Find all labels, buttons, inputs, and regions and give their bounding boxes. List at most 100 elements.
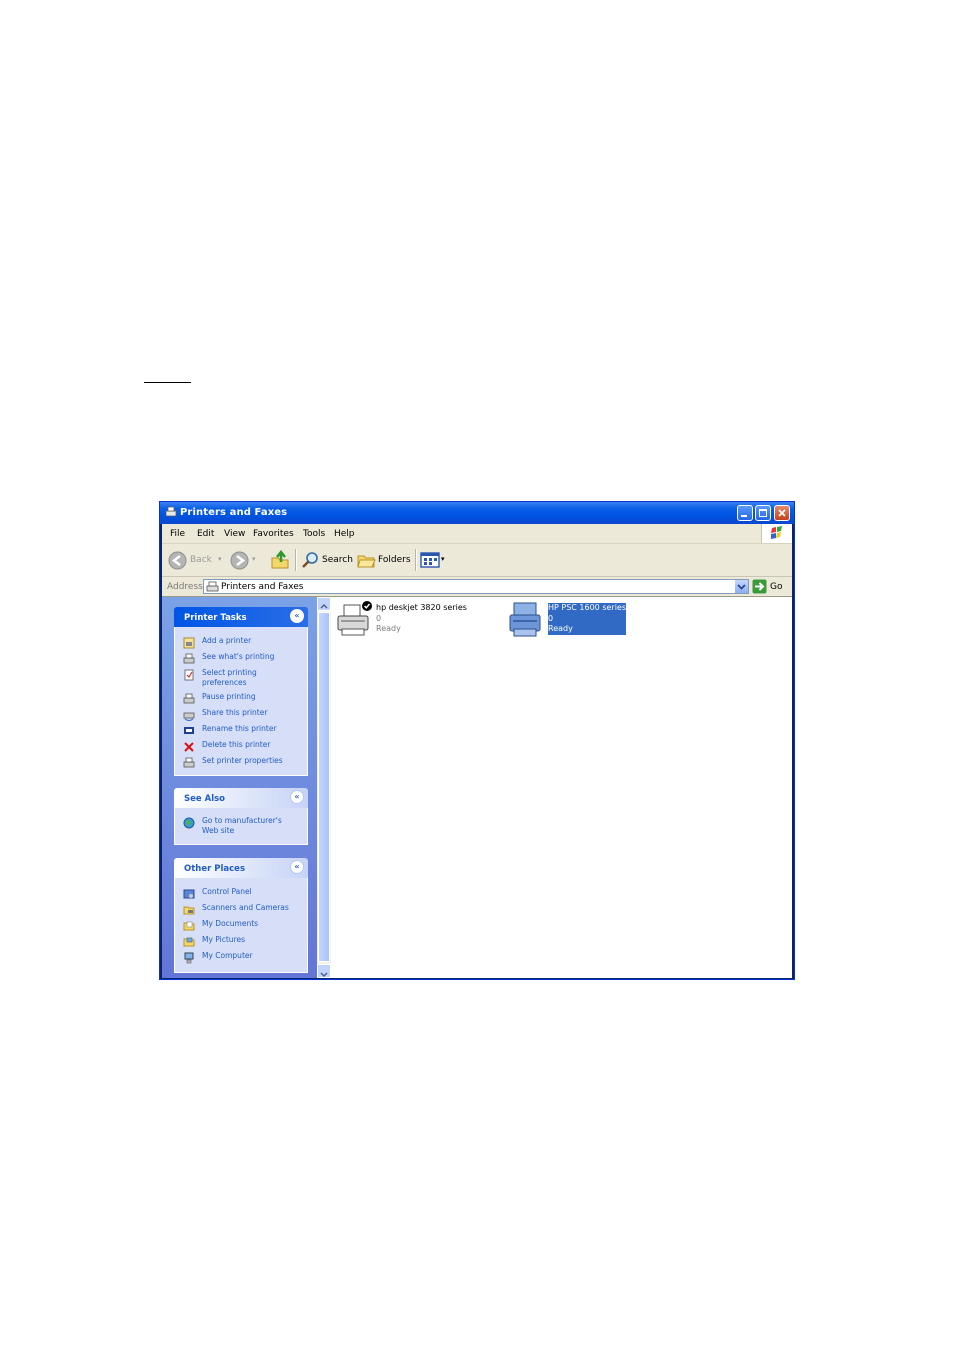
window-title: Printers and Faxes [180,507,288,518]
other-places-title: Other Places [184,864,245,874]
printers-folder-icon [206,581,219,592]
views-button[interactable]: ▾ [420,550,448,570]
window-body: File Edit View Favorites Tools Help Back… [162,524,792,978]
back-label: Back [190,555,212,565]
printer-status: Ready [548,624,573,633]
printer-icon [509,602,541,637]
see-also-body: Go to manufacturer's Web site [174,808,308,845]
close-icon [778,509,786,517]
up-folder-button[interactable] [270,549,292,570]
folders-label: Folders [378,555,411,565]
printer-tasks-panel: Printer Tasks « Add a printer See what's… [174,607,308,776]
address-dropdown-button[interactable] [735,580,748,593]
my-computer-icon [184,952,194,964]
collapse-chevron-icon[interactable]: « [290,860,304,874]
task-label: Rename this printer [202,724,277,733]
collapse-chevron-icon[interactable]: « [290,790,304,804]
views-dropdown-icon: ▾ [441,555,445,563]
task-label: Pause printing [202,692,256,701]
back-dropdown-icon: ▾ [218,555,222,563]
task-label: Control Panel [202,887,252,896]
task-label: Add a printer [202,636,252,645]
menu-favorites[interactable]: Favorites [253,529,294,539]
scroll-up-button[interactable] [317,597,331,611]
other-places-header[interactable]: Other Places « [174,858,308,878]
address-bar: Address Printers and Faxes Go [162,577,792,596]
printer-item-psc[interactable]: HP PSC 1600 series 0 Ready [508,601,688,643]
task-pane-scrollbar[interactable] [317,597,331,978]
printer-name: HP PSC 1600 series [548,603,627,612]
title-bar[interactable]: Printers and Faxes [160,502,794,524]
control-panel-icon [183,889,195,899]
print-queue-icon [183,653,195,664]
chevron-down-icon [320,972,328,978]
up-folder-icon [271,549,289,569]
menu-view[interactable]: View [224,529,245,539]
search-button[interactable]: Search [300,550,353,570]
printer-item-deskjet[interactable]: hp deskjet 3820 series 0 Ready [336,601,516,643]
back-button[interactable]: Back ▾ [168,550,226,570]
go-arrow-icon [752,579,767,594]
address-field[interactable]: Printers and Faxes [203,579,749,594]
see-also-panel: See Also « Go to manufacturer's Web site [174,788,308,845]
properties-icon [183,757,195,768]
standard-toolbar: Back ▾ ▾ Search Folders ▾ [162,544,792,577]
windows-logo-icon [761,524,792,543]
checkmark-icon [363,603,371,609]
minimize-icon [741,515,747,517]
toolbar-separator [295,549,297,571]
content-area: Printer Tasks « Add a printer See what's… [162,596,792,978]
pause-printer-icon [183,693,195,704]
forward-button[interactable]: ▾ [230,550,260,570]
search-icon [302,552,318,568]
printer-status: Ready [376,624,401,633]
menu-tools[interactable]: Tools [303,529,325,539]
scanner-icon [183,906,195,915]
go-button[interactable]: Go [752,579,788,594]
printer-tasks-body: Add a printer See what's printing Select… [174,627,308,776]
minimize-button[interactable] [737,505,753,521]
add-printer-icon [183,637,195,649]
printer-document-count: 0 [548,613,554,623]
task-label: Select printing preferences [202,668,257,687]
task-label: Delete this printer [202,740,271,749]
search-label: Search [322,555,353,565]
printer-list: hp deskjet 3820 series 0 Ready HP PSC 16… [331,597,792,978]
printers-and-faxes-window: Printers and Faxes File Edit View Favori… [159,501,795,980]
collapse-chevron-icon[interactable]: « [290,609,304,623]
scroll-down-button[interactable] [317,964,331,978]
back-arrow-icon [168,551,187,570]
scroll-thumb[interactable] [318,612,330,962]
see-also-header[interactable]: See Also « [174,788,308,808]
my-documents-icon [183,921,195,931]
task-label: Set printer properties [202,756,283,765]
printer-name: hp deskjet 3820 series [376,603,467,612]
task-label: Share this printer [202,708,268,717]
printer-folder-icon [165,506,177,517]
task-label: My Computer [202,951,253,960]
maximize-button[interactable] [755,505,771,521]
forward-arrow-icon [230,551,249,570]
printer-tasks-title: Printer Tasks [184,613,247,623]
share-printer-icon [183,712,195,721]
address-label: Address [167,582,203,592]
forward-dropdown-icon: ▾ [252,555,256,563]
menu-edit[interactable]: Edit [197,529,214,539]
close-button[interactable] [774,505,790,521]
see-also-title: See Also [184,794,226,804]
printer-info: hp deskjet 3820 series 0 Ready [376,603,467,635]
printer-tasks-header[interactable]: Printer Tasks « [174,607,308,627]
task-label: My Pictures [202,935,245,944]
folders-button[interactable]: Folders [356,550,411,570]
default-printer-check-icon [362,601,372,611]
menu-file[interactable]: File [170,529,185,539]
menu-help[interactable]: Help [334,529,355,539]
chevron-down-icon [737,584,746,590]
task-label: My Documents [202,919,259,928]
delete-icon [184,742,194,752]
task-label: Go to manufacturer's Web site [202,816,282,835]
go-label: Go [770,582,783,592]
toolbar-separator [415,549,417,571]
printer-document-count: 0 [376,613,382,623]
task-pane: Printer Tasks « Add a printer See what's… [162,597,317,978]
